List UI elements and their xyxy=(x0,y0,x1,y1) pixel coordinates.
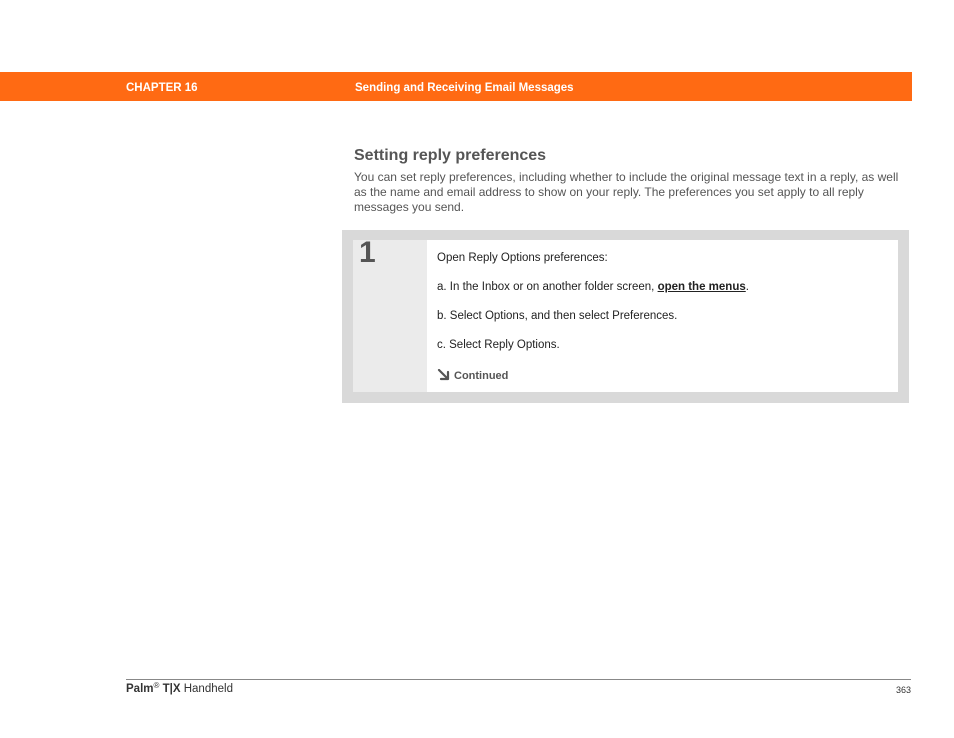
step-item-a: a. In the Inbox or on another folder scr… xyxy=(437,280,749,294)
section-title: Setting reply preferences xyxy=(354,147,547,164)
chapter-title: Sending and Receiving Email Messages xyxy=(355,82,574,94)
step-number: 1 xyxy=(359,236,376,269)
footer-brand: Palm xyxy=(126,683,154,695)
step-intro: Open Reply Options preferences: xyxy=(437,252,608,264)
footer-product: Palm® T|X Handheld xyxy=(126,682,233,696)
registered-mark: ® xyxy=(153,681,160,690)
open-the-menus-link[interactable]: open the menus xyxy=(658,281,746,293)
arrow-down-right-icon xyxy=(437,369,450,381)
step-item-a-suffix: . xyxy=(745,281,749,293)
continued-indicator: Continued xyxy=(437,369,508,383)
step-item-b: b. Select Options, and then select Prefe… xyxy=(437,310,678,322)
step-item-a-text: a. In the Inbox or on another folder scr… xyxy=(437,281,658,293)
chapter-label: CHAPTER 16 xyxy=(126,82,198,94)
section-intro: You can set reply preferences, including… xyxy=(354,170,899,214)
footer-product-name: Handheld xyxy=(183,683,233,695)
chapter-header-bar: CHAPTER 16 Sending and Receiving Email M… xyxy=(0,72,912,101)
step-content: Open Reply Options preferences: a. In th… xyxy=(427,240,898,392)
step-item-c: c. Select Reply Options. xyxy=(437,339,560,351)
footer-rule xyxy=(126,679,911,680)
continued-label: Continued xyxy=(454,370,509,382)
footer-model: T|X xyxy=(162,683,181,695)
page-number: 363 xyxy=(895,685,911,695)
